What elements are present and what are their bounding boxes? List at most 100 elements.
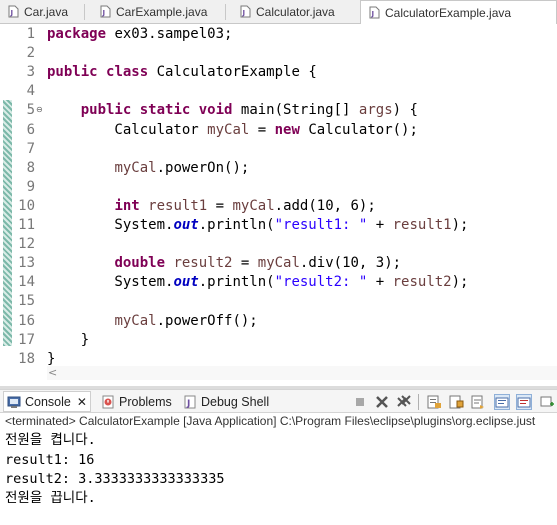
code-token: .powerOff(); xyxy=(156,312,258,329)
tab-label: CarExample.java xyxy=(116,4,208,19)
code-line[interactable]: 1 package ex03.sampel03; xyxy=(0,25,557,44)
line-number: 9 xyxy=(26,178,35,195)
terminate-icon[interactable] xyxy=(352,394,368,410)
line-number: 14 xyxy=(18,274,35,291)
code-token-lv: myCal xyxy=(257,255,300,272)
horizontal-scrollbar[interactable]: < xyxy=(47,366,557,380)
problems-icon xyxy=(101,395,115,409)
code-token-lv: result1 xyxy=(392,217,452,233)
console-output-line: 전원을 켭니다. xyxy=(5,432,96,448)
code-line[interactable]: 7 xyxy=(0,140,557,159)
code-line[interactable]: 6 Calculator myCal = new Calculator(); xyxy=(0,121,557,140)
code-token-kw: static xyxy=(139,102,191,119)
code-token: ex03.sampel03; xyxy=(106,26,233,42)
code-token: = xyxy=(207,197,233,214)
close-icon[interactable]: ✕ xyxy=(77,395,87,409)
tab-problems[interactable]: Problems xyxy=(101,392,172,411)
show-console-output-icon[interactable] xyxy=(494,394,510,410)
line-number: 16 xyxy=(18,312,35,329)
code-token: .println( xyxy=(198,217,275,233)
code-line[interactable]: 4 xyxy=(0,82,557,101)
word-wrap-icon[interactable] xyxy=(470,394,486,410)
code-token-fld: out xyxy=(173,274,199,291)
code-line[interactable]: 16 myCal.powerOff(); xyxy=(0,312,557,331)
line-number: 13 xyxy=(18,255,35,272)
remove-all-terminated-icon[interactable] xyxy=(396,394,412,410)
code-token-kw: class xyxy=(106,64,149,81)
code-line[interactable]: 5 ⊖ public static void main(String[] args… xyxy=(0,101,557,120)
java-file-icon: J xyxy=(100,5,111,18)
code-line[interactable]: 3 public class CalculatorExample { xyxy=(0,63,557,82)
code-token: .println( xyxy=(198,274,275,291)
tab-debug-shell[interactable]: J Debug Shell xyxy=(183,392,269,411)
tab-separator xyxy=(84,4,85,20)
code-line[interactable]: 11 System.out.println("result1: " + resu… xyxy=(0,216,557,235)
code-text: public class CalculatorExample { xyxy=(47,63,317,82)
code-text: System.out.println("result2: " + result2… xyxy=(47,273,468,292)
code-line[interactable]: 2 xyxy=(0,44,557,63)
show-console-error-icon[interactable] xyxy=(516,394,532,410)
code-token-kw: void xyxy=(198,102,233,119)
open-console-icon[interactable] xyxy=(539,394,555,410)
debug-shell-icon: J xyxy=(183,395,197,409)
terminated-status-line: <terminated> CalculatorExample [Java App… xyxy=(5,414,536,428)
code-token-kw: public xyxy=(80,102,132,119)
code-line[interactable]: 13 double result2 = myCal.div(10, 3); xyxy=(0,254,557,273)
code-text: Calculator myCal = new Calculator(); xyxy=(47,121,418,140)
svg-text:J: J xyxy=(371,10,375,18)
console-output-line: result2: 3.3333333333333335 xyxy=(5,471,225,487)
code-line[interactable]: 12 xyxy=(0,235,557,254)
tab-console[interactable]: Console ✕ xyxy=(3,391,91,412)
clear-console-icon[interactable] xyxy=(426,394,442,410)
fold-collapse-icon[interactable]: ⊖ xyxy=(36,105,43,114)
java-file-icon: J xyxy=(240,5,251,18)
code-token: = xyxy=(249,121,275,138)
code-line[interactable]: 10 int result1 = myCal.add(10, 6); xyxy=(0,197,557,216)
svg-text:J: J xyxy=(10,9,14,17)
tab-label: Console xyxy=(25,394,71,409)
code-line[interactable]: 15 xyxy=(0,292,557,311)
code-token: .powerOn(); xyxy=(156,159,250,176)
code-text: public static void main(String[] args) { xyxy=(47,101,418,120)
line-number: 7 xyxy=(26,140,35,157)
code-token-kw: package xyxy=(47,26,107,42)
tab-label: Problems xyxy=(119,394,172,409)
code-token-lv: myCal xyxy=(114,159,157,176)
code-line[interactable]: 8 myCal.powerOn(); xyxy=(0,159,557,178)
scroll-left-arrow-icon[interactable]: < xyxy=(48,366,57,380)
line-number: 18 xyxy=(18,350,35,367)
code-line[interactable]: 9 xyxy=(0,178,557,197)
line-number: 6 xyxy=(26,121,35,138)
line-number: 11 xyxy=(18,217,35,233)
tab-label: Debug Shell xyxy=(201,394,270,409)
java-file-icon: J xyxy=(369,6,380,19)
tab-carexample-java[interactable]: J CarExample.java xyxy=(100,0,207,23)
code-text: myCal.powerOn(); xyxy=(47,159,249,178)
line-number: 12 xyxy=(18,236,35,253)
line-number: 4 xyxy=(26,83,35,100)
tab-label: CalculatorExample.java xyxy=(385,5,512,20)
scroll-lock-icon[interactable] xyxy=(448,394,464,410)
code-line[interactable]: 17 } xyxy=(0,331,557,350)
code-token: Calculator(); xyxy=(299,121,418,138)
code-editor[interactable]: 1 package ex03.sampel03; 2 3 public class Ca… xyxy=(0,24,557,380)
code-token: ); xyxy=(451,274,469,291)
code-token-lv: myCal xyxy=(207,121,250,138)
svg-text:J: J xyxy=(102,9,106,17)
line-number: 15 xyxy=(18,293,35,310)
tab-calculatorexample-java[interactable]: J CalculatorExample.java xyxy=(360,0,557,24)
code-token: .add(10, 6); xyxy=(274,197,376,214)
tab-calculator-java[interactable]: J Calculator.java xyxy=(240,0,335,23)
code-line[interactable]: 14 System.out.println("result2: " + resu… xyxy=(0,273,557,292)
console-icon xyxy=(7,395,21,409)
tab-car-java[interactable]: J Car.java xyxy=(8,0,68,23)
remove-launch-icon[interactable] xyxy=(374,394,390,410)
